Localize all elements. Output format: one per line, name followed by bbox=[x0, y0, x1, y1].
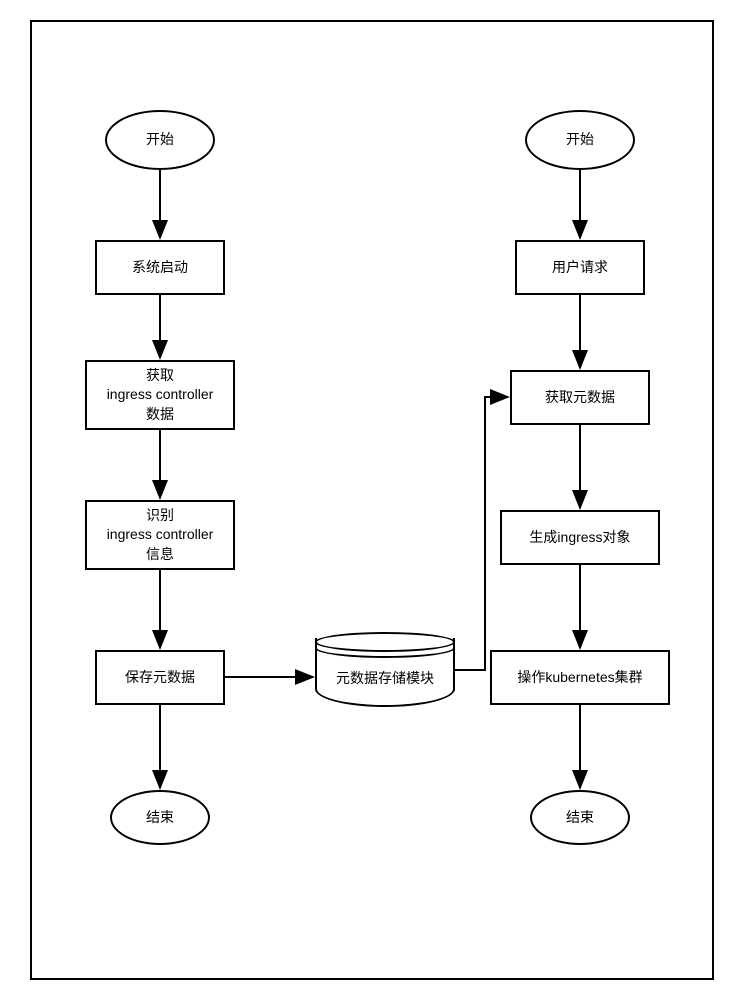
right-step4-box: 操作kubernetes集群 bbox=[490, 650, 670, 705]
diagram-canvas: 开始 系统启动 获取 ingress controller 数据 识别 ingr… bbox=[0, 0, 744, 1000]
right-end-terminator: 结束 bbox=[530, 790, 630, 845]
left-start-terminator: 开始 bbox=[105, 110, 215, 170]
left-step1-box: 系统启动 bbox=[95, 240, 225, 295]
left-step2-line2: ingress controller bbox=[107, 385, 214, 405]
left-step4-box: 保存元数据 bbox=[95, 650, 225, 705]
right-end-label: 结束 bbox=[566, 808, 594, 828]
left-step2-line3: 数据 bbox=[107, 405, 214, 425]
left-start-label: 开始 bbox=[146, 130, 174, 150]
right-step3-box: 生成ingress对象 bbox=[500, 510, 660, 565]
left-end-label: 结束 bbox=[146, 808, 174, 828]
metadata-store-lid bbox=[315, 632, 455, 652]
right-step4-label: 操作kubernetes集群 bbox=[517, 668, 642, 688]
left-step3-line3: 信息 bbox=[107, 545, 214, 565]
left-step2-box: 获取 ingress controller 数据 bbox=[85, 360, 235, 430]
right-step1-box: 用户请求 bbox=[515, 240, 645, 295]
left-step3-text: 识别 ingress controller 信息 bbox=[107, 506, 214, 565]
left-end-terminator: 结束 bbox=[110, 790, 210, 845]
right-step3-label: 生成ingress对象 bbox=[529, 528, 630, 548]
right-step2-box: 获取元数据 bbox=[510, 370, 650, 425]
left-step3-box: 识别 ingress controller 信息 bbox=[85, 500, 235, 570]
left-step3-line2: ingress controller bbox=[107, 525, 214, 545]
left-step3-line1: 识别 bbox=[107, 506, 214, 526]
left-step2-line1: 获取 bbox=[107, 366, 214, 386]
left-step4-label: 保存元数据 bbox=[125, 668, 195, 688]
right-step1-label: 用户请求 bbox=[552, 258, 608, 278]
left-step2-text: 获取 ingress controller 数据 bbox=[107, 366, 214, 425]
right-start-terminator: 开始 bbox=[525, 110, 635, 170]
metadata-store-cylinder: 元数据存储模块 bbox=[315, 632, 455, 707]
metadata-store-label: 元数据存储模块 bbox=[336, 668, 434, 688]
right-step2-label: 获取元数据 bbox=[545, 388, 615, 408]
left-step1-label: 系统启动 bbox=[132, 258, 188, 278]
right-start-label: 开始 bbox=[566, 130, 594, 150]
